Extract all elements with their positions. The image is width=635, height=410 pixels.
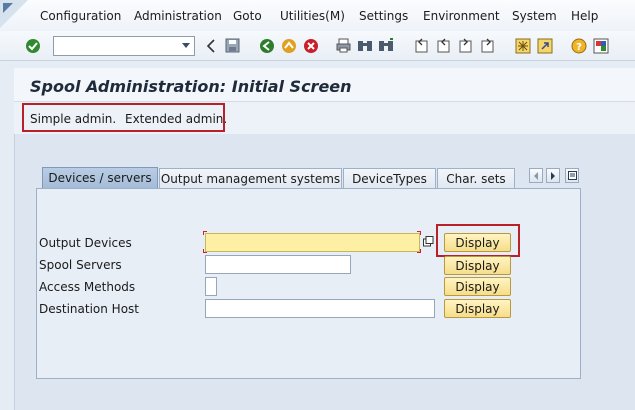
display-spool-servers-button[interactable]: Display [444,256,511,275]
required-marker [417,231,421,235]
required-marker [203,231,207,235]
previous-page-icon[interactable] [435,37,452,54]
svg-text:?: ? [576,42,582,53]
first-page-icon[interactable] [413,37,430,54]
create-shortcut-icon[interactable] [536,37,553,54]
access-methods-input[interactable] [205,277,217,296]
page-title: Spool Administration: Initial Screen [30,77,352,96]
title-bar: Spool Administration: Initial Screen [14,68,635,102]
output-devices-label: Output Devices [39,236,132,250]
spool-servers-label: Spool Servers [39,258,122,272]
output-devices-input[interactable] [205,233,420,252]
tab-scroll-left-icon[interactable] [529,168,543,183]
chevron-down-icon[interactable] [182,43,190,48]
menu-utilities[interactable]: Utilities(M) [280,9,345,23]
menu-configuration[interactable]: Configuration [40,9,121,23]
save-icon[interactable] [224,37,241,54]
menu-environment[interactable]: Environment [423,9,500,23]
help-icon[interactable]: ? [570,37,587,54]
find-icon[interactable] [356,37,373,54]
highlight-box [22,103,225,132]
back-green-icon[interactable] [258,37,275,54]
display-destination-host-button[interactable]: Display [444,299,511,318]
menu-goto[interactable]: Goto [233,9,262,23]
destination-host-input[interactable] [205,299,435,318]
find-next-icon[interactable] [377,37,394,54]
tab-device-types[interactable]: DeviceTypes [343,168,436,189]
sap-menu-corner-icon[interactable] [0,0,28,31]
spool-servers-input[interactable] [205,255,351,274]
menu-help[interactable]: Help [571,9,598,23]
menu-settings[interactable]: Settings [359,9,408,23]
last-page-icon[interactable] [479,37,496,54]
tab-output-management-systems[interactable]: Output management systems [159,168,342,189]
tab-scroll-right-icon[interactable] [546,168,560,183]
next-page-icon[interactable] [457,37,474,54]
value-help-icon[interactable] [423,236,434,250]
highlight-box [436,224,520,257]
required-marker [203,249,207,253]
required-marker [417,249,421,253]
print-icon[interactable] [335,37,352,54]
menu-bar: Configuration Administration Goto Utilit… [0,0,635,31]
enter-icon[interactable] [24,37,41,54]
back-icon[interactable] [202,37,219,54]
command-field[interactable] [53,36,195,56]
display-access-methods-button[interactable]: Display [444,277,511,296]
tab-devices-servers[interactable]: Devices / servers [42,167,158,189]
create-session-icon[interactable] [514,37,531,54]
tab-char-sets[interactable]: Char. sets [437,168,515,189]
exit-icon[interactable] [280,37,297,54]
destination-host-label: Destination Host [39,302,139,316]
menu-system[interactable]: System [512,9,557,23]
layout-menu-icon[interactable] [592,37,609,54]
access-methods-label: Access Methods [39,280,136,294]
standard-toolbar: ? [0,31,635,61]
cancel-icon[interactable] [302,37,319,54]
tab-list-icon[interactable] [565,168,579,183]
menu-administration[interactable]: Administration [134,9,222,23]
